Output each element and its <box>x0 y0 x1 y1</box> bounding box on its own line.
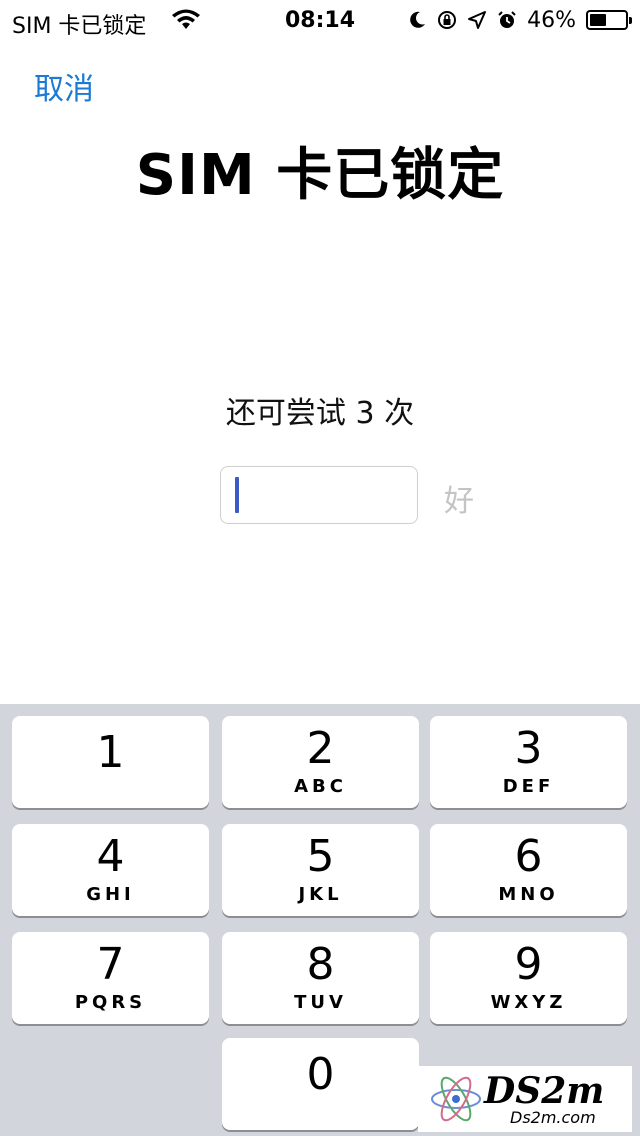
key-letters: GHI <box>86 884 135 905</box>
watermark: DS2m Ds2m.com <box>418 1066 632 1132</box>
alarm-icon <box>498 11 516 28</box>
key-5[interactable]: 5 JKL <box>222 824 419 916</box>
key-letters: DEF <box>502 776 555 797</box>
key-8[interactable]: 8 TUV <box>222 932 419 1024</box>
rotation-lock-icon <box>438 11 457 29</box>
text-caret <box>235 477 239 513</box>
moon-icon <box>410 11 426 28</box>
ok-button[interactable]: 好 <box>444 476 474 520</box>
battery-icon <box>586 10 632 30</box>
key-digit: 2 <box>306 723 335 774</box>
battery-percent: 46% <box>527 7 576 33</box>
cancel-button[interactable]: 取消 <box>34 64 94 108</box>
key-letters: JKL <box>298 884 343 905</box>
key-digit: 7 <box>96 939 125 990</box>
key-0[interactable]: 0 <box>222 1038 419 1130</box>
key-digit: 0 <box>306 1049 335 1100</box>
status-icons: 46% <box>407 6 632 34</box>
battery-fill <box>590 14 606 26</box>
attempts-remaining-text: 还可尝试 3 次 <box>225 396 415 431</box>
key-letters: PQRS <box>74 992 147 1013</box>
key-3[interactable]: 3 DEF <box>430 716 627 808</box>
key-6[interactable]: 6 MNO <box>430 824 627 916</box>
key-9[interactable]: 9 WXYZ <box>430 932 627 1024</box>
key-2[interactable]: 2 ABC <box>222 716 419 808</box>
key-letters: ABC <box>294 776 347 797</box>
key-digit: 5 <box>306 831 335 882</box>
watermark-url: Ds2m.com <box>510 1108 596 1127</box>
battery-cap <box>629 17 632 24</box>
key-digit: 6 <box>514 831 543 882</box>
key-4[interactable]: 4 GHI <box>12 824 209 916</box>
key-digit: 1 <box>96 727 125 778</box>
atom-logo-icon <box>431 1076 481 1122</box>
location-icon <box>468 11 487 29</box>
key-7[interactable]: 7 PQRS <box>12 932 209 1024</box>
status-bar: SIM 卡已锁定 08:14 46% <box>0 0 640 40</box>
page-title: SIM 卡已锁定 <box>135 143 505 208</box>
pin-input[interactable] <box>220 466 418 524</box>
key-digit: 4 <box>96 831 125 882</box>
key-digit: 9 <box>514 939 543 990</box>
key-digit: 8 <box>306 939 335 990</box>
key-1[interactable]: 1 <box>12 716 209 808</box>
key-digit: 3 <box>514 723 543 774</box>
key-letters: TUV <box>294 992 347 1013</box>
key-letters: MNO <box>498 884 559 905</box>
watermark-title: DS2m <box>484 1070 605 1112</box>
key-letters: WXYZ <box>490 992 567 1013</box>
